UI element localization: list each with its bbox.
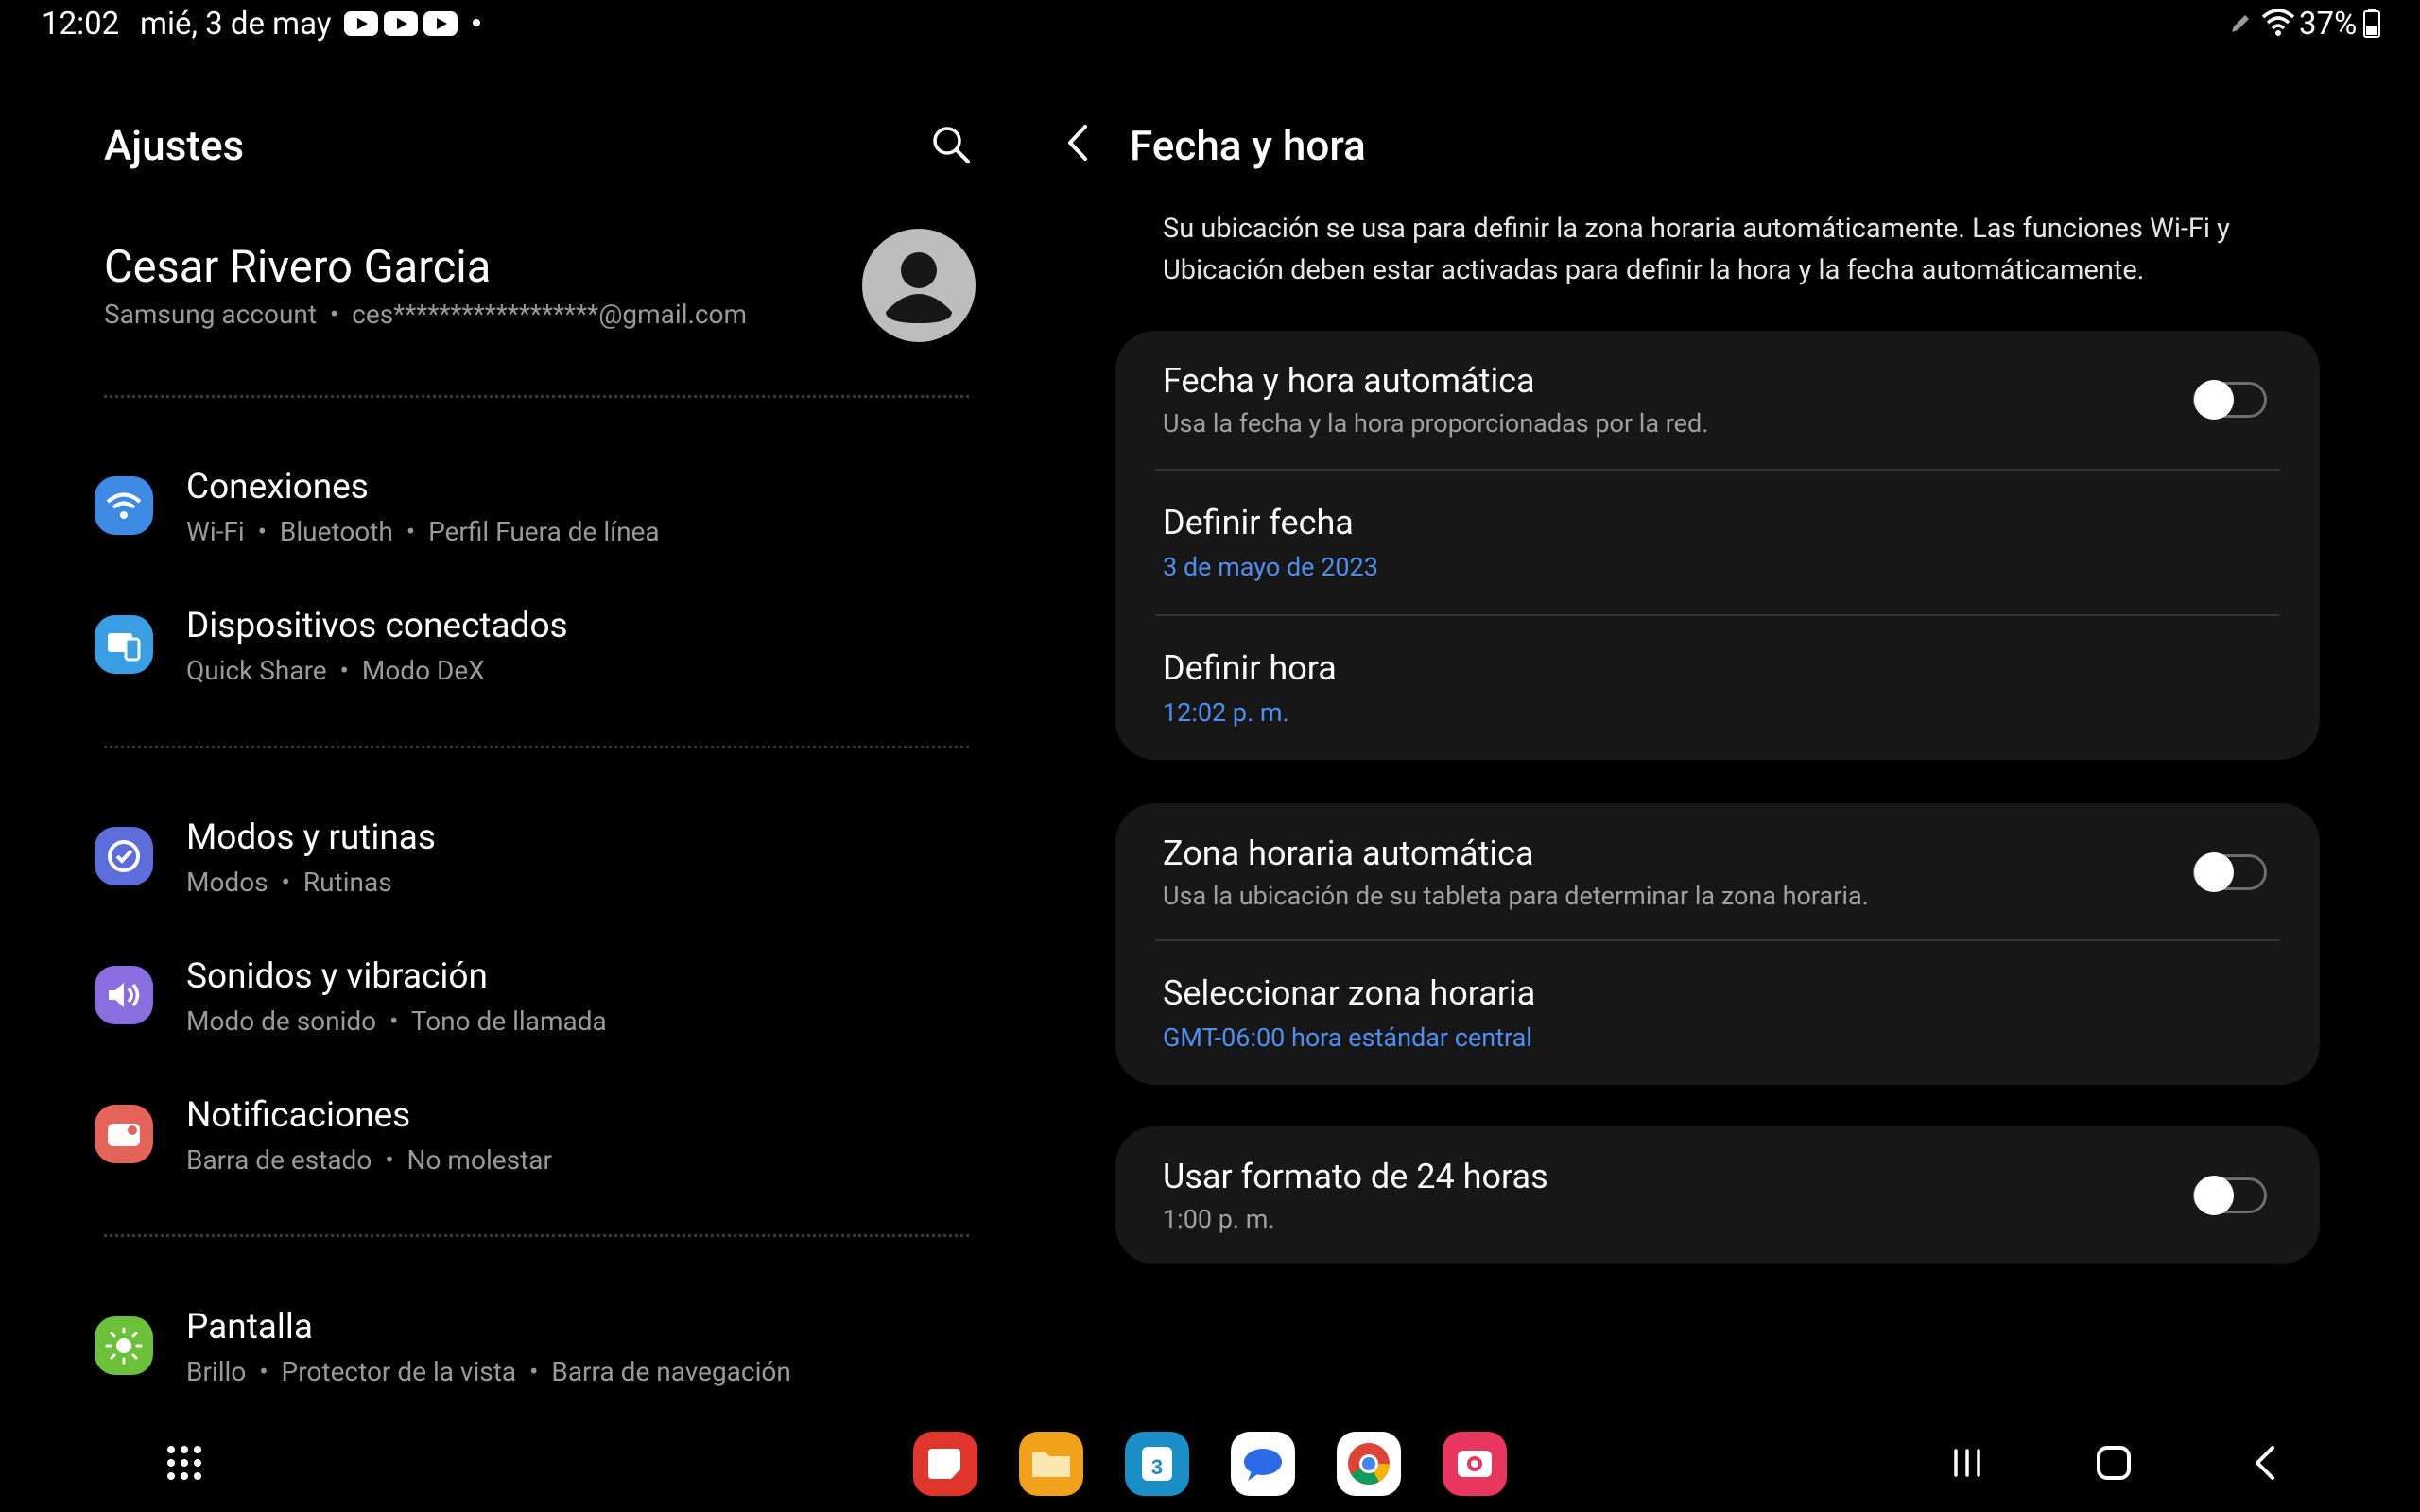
routines-icon xyxy=(95,827,153,885)
menu-item-dispositivos-conectados[interactable]: Dispositivos conectados Quick Share • Mo… xyxy=(95,606,964,715)
toggle-knob xyxy=(2194,380,2234,420)
pen-icon xyxy=(2232,15,2249,32)
format24-toggle[interactable] xyxy=(2193,1176,2267,1215)
devices-icon xyxy=(95,615,153,674)
search-icon[interactable] xyxy=(931,125,971,164)
menu-item-title: Dispositivos conectados xyxy=(186,606,568,646)
menu-item-notificaciones[interactable]: Notificaciones Barra de estado • No mole… xyxy=(95,1095,964,1205)
messages-app-icon[interactable] xyxy=(1231,1432,1295,1496)
files-app-icon[interactable] xyxy=(1019,1432,1083,1496)
section-divider xyxy=(104,395,969,398)
menu-item-subtitle: Modo de sonido • Tono de llamada xyxy=(186,1005,607,1037)
nav-back-icon[interactable] xyxy=(2250,1444,2282,1482)
profile-name[interactable]: Cesar Rivero Garcia xyxy=(104,241,491,293)
home-button[interactable] xyxy=(2097,1446,2131,1480)
set-date-value: 3 de mayo de 2023 xyxy=(1163,552,1378,582)
settings-title: Ajustes xyxy=(104,121,245,170)
menu-item-sonidos-vibracion[interactable]: Sonidos y vibración Modo de sonido • Ton… xyxy=(95,956,964,1066)
menu-item-conexiones[interactable]: Conexiones Wi-Fi • Bluetooth • Perfil Fu… xyxy=(95,467,964,576)
toggle-knob xyxy=(2194,852,2234,892)
select-timezone-value: GMT-06:00 hora estándar central xyxy=(1163,1022,1532,1053)
display-icon xyxy=(95,1316,153,1375)
set-time-row[interactable]: Definir hora 12:02 p. m. xyxy=(1115,616,2320,758)
format24-row[interactable]: Usar formato de 24 horas 1:00 p. m. xyxy=(1115,1126,2320,1264)
menu-item-subtitle: Brillo • Protector de la vista • Barra d… xyxy=(186,1356,791,1387)
calendar-day-label: 3 xyxy=(1151,1455,1163,1479)
youtube-notification-icon xyxy=(384,11,418,36)
format24-subtitle: 1:00 p. m. xyxy=(1163,1204,1275,1234)
notifications-icon xyxy=(95,1105,153,1163)
wifi-status-icon xyxy=(2261,9,2295,36)
set-date-row[interactable]: Definir fecha 3 de mayo de 2023 xyxy=(1115,471,2320,612)
menu-item-title: Modos y rutinas xyxy=(186,817,437,858)
menu-item-title: Sonidos y vibración xyxy=(186,956,488,997)
notes-app-icon[interactable] xyxy=(913,1432,977,1496)
battery-percent: 37% xyxy=(2299,6,2358,43)
wifi-icon xyxy=(95,476,153,535)
apps-grid-icon[interactable] xyxy=(165,1444,203,1482)
avatar[interactable] xyxy=(862,229,976,342)
auto-timezone-toggle[interactable] xyxy=(2193,852,2267,892)
menu-item-subtitle: Barra de estado • No molestar xyxy=(186,1144,552,1176)
camera-app-icon[interactable] xyxy=(1443,1432,1507,1496)
status-date: mié, 3 de may xyxy=(140,6,332,43)
section-divider xyxy=(104,1234,969,1237)
chrome-app-icon[interactable] xyxy=(1337,1432,1401,1496)
menu-item-subtitle: Wi-Fi • Bluetooth • Perfil Fuera de líne… xyxy=(186,516,660,547)
auto-timezone-title: Zona horaria automática xyxy=(1163,833,1534,873)
auto-datetime-row[interactable]: Fecha y hora automática Usa la fecha y l… xyxy=(1115,331,2320,469)
set-time-value: 12:02 p. m. xyxy=(1163,697,1289,728)
toggle-knob xyxy=(2194,1176,2234,1215)
menu-item-modos-rutinas[interactable]: Modos y rutinas Modos • Rutinas xyxy=(95,817,964,927)
auto-datetime-toggle[interactable] xyxy=(2193,380,2267,420)
menu-item-title: Conexiones xyxy=(186,467,369,507)
select-timezone-row[interactable]: Seleccionar zona horaria GMT-06:00 hora … xyxy=(1115,941,2320,1083)
profile-account: Samsung account • ces******************@… xyxy=(104,299,748,330)
location-info-text: Su ubicación se usa para definir la zona… xyxy=(1163,213,2230,286)
set-time-title: Definir hora xyxy=(1163,648,1337,688)
user-icon xyxy=(886,252,952,323)
format24-card: Usar formato de 24 horas 1:00 p. m. xyxy=(1115,1126,2320,1264)
recent-apps-icon[interactable] xyxy=(1951,1447,1983,1479)
youtube-notification-icon xyxy=(344,11,378,36)
sound-icon xyxy=(95,966,153,1024)
page-title: Fecha y hora xyxy=(1130,121,1366,170)
timezone-card: Zona horaria automática Usa la ubicación… xyxy=(1115,803,2320,1085)
back-arrow-icon[interactable] xyxy=(1059,121,1100,164)
youtube-notification-icon xyxy=(424,11,458,36)
menu-item-title: Notificaciones xyxy=(186,1095,411,1136)
battery-icon xyxy=(2363,9,2380,38)
auto-datetime-subtitle: Usa la fecha y la hora proporcionadas po… xyxy=(1163,408,1709,438)
calendar-app-icon[interactable]: 3 xyxy=(1125,1432,1189,1496)
set-date-title: Definir fecha xyxy=(1163,503,1354,542)
more-notifications-dot xyxy=(473,19,480,26)
status-time: 12:02 xyxy=(42,6,120,43)
datetime-card: Fecha y hora automática Usa la fecha y l… xyxy=(1115,331,2320,760)
section-divider xyxy=(104,746,969,748)
auto-datetime-title: Fecha y hora automática xyxy=(1163,361,1535,401)
auto-timezone-subtitle: Usa la ubicación de su tableta para dete… xyxy=(1163,881,1869,911)
select-timezone-title: Seleccionar zona horaria xyxy=(1163,973,1536,1013)
menu-item-subtitle: Modos • Rutinas xyxy=(186,867,392,898)
menu-item-title: Pantalla xyxy=(186,1307,314,1348)
auto-timezone-row[interactable]: Zona horaria automática Usa la ubicación… xyxy=(1115,803,2320,939)
menu-item-subtitle: Quick Share • Modo DeX xyxy=(186,655,485,686)
format24-title: Usar formato de 24 horas xyxy=(1163,1157,1548,1196)
menu-item-pantalla[interactable]: Pantalla Brillo • Protector de la vista … xyxy=(95,1307,964,1417)
